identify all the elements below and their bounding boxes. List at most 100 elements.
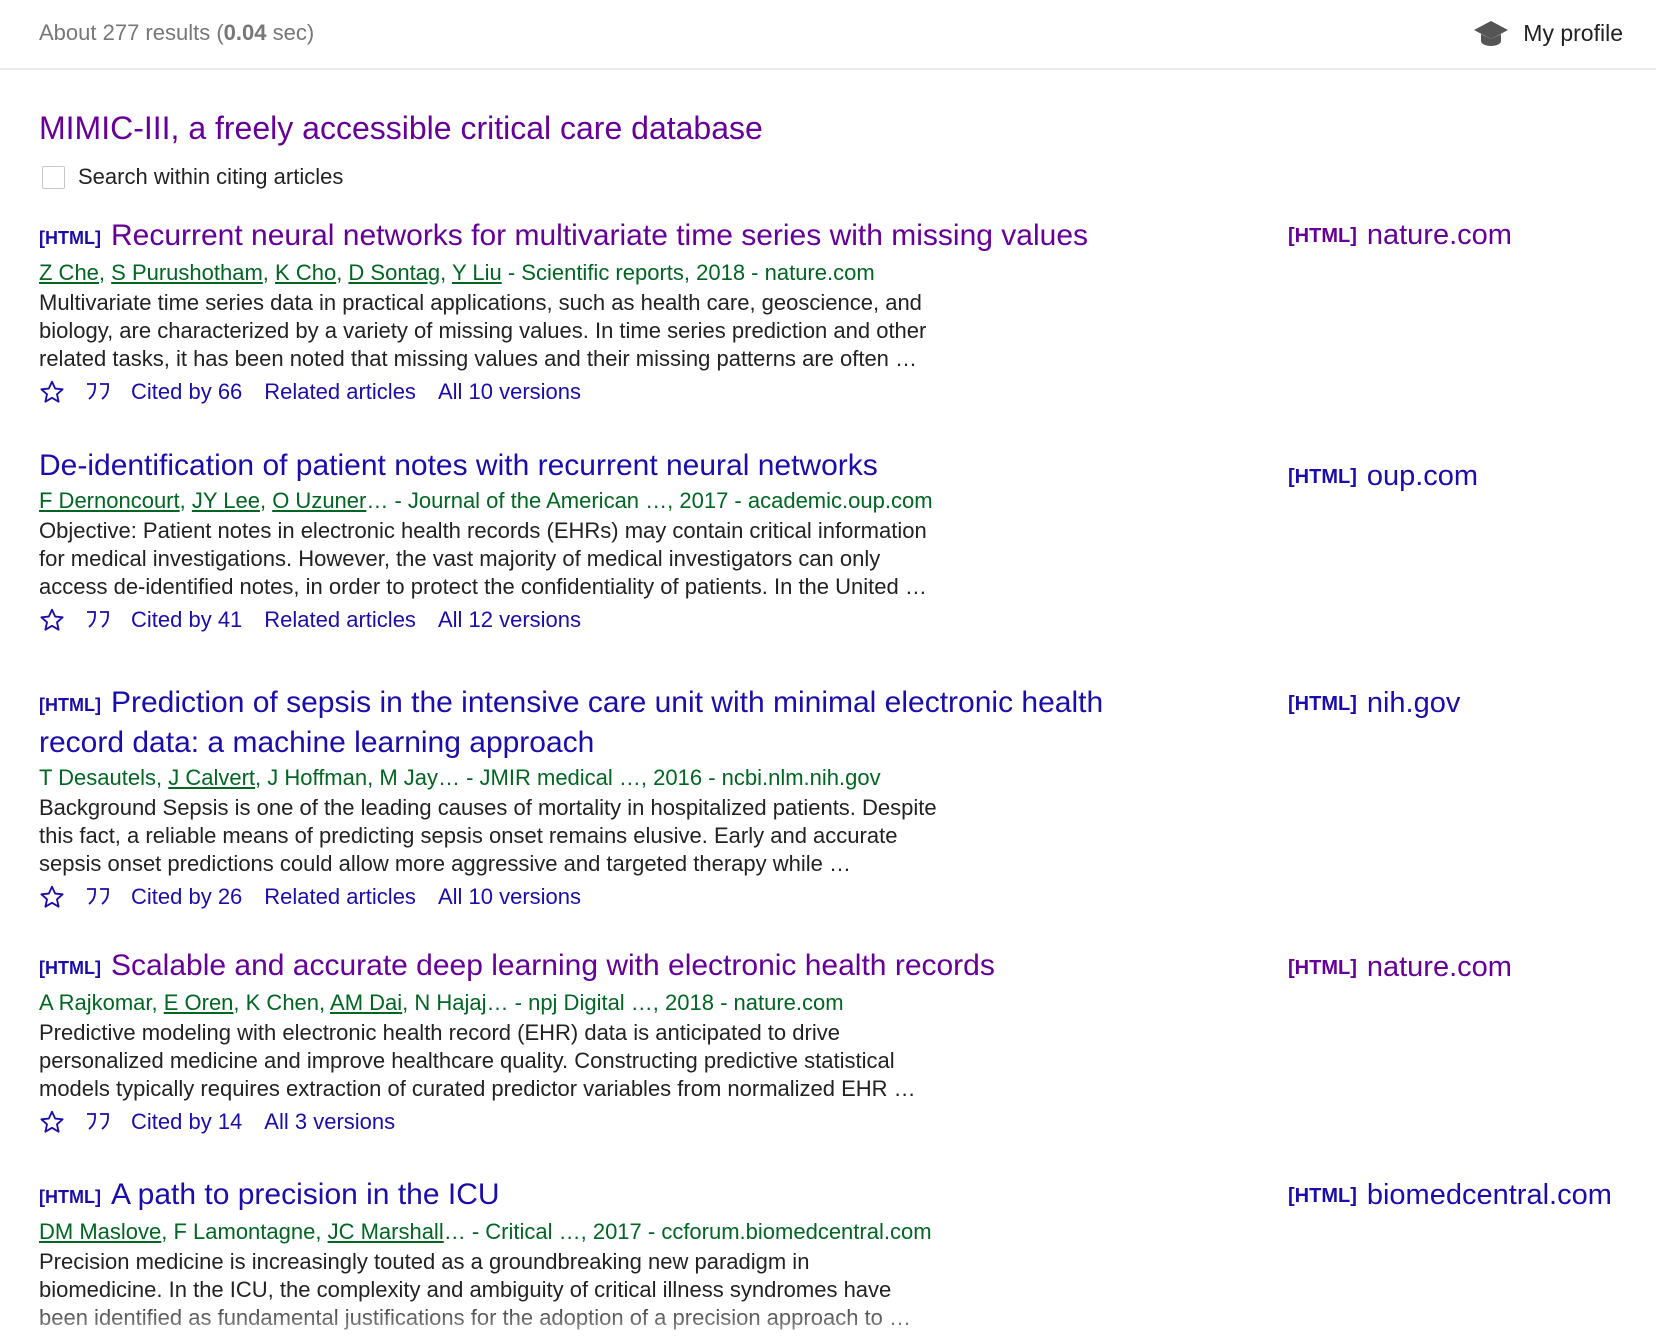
result-title: De-identification of patient notes with … — [39, 447, 1239, 485]
snippet-line: biomedicine. In the ICU, the complexity … — [39, 1277, 892, 1302]
result-snippet: Objective: Patient notes in electronic h… — [39, 517, 999, 601]
fulltext-link[interactable]: [HTML] nih.gov — [1288, 687, 1460, 720]
result-snippet: Precision medicine is increasingly toute… — [39, 1248, 999, 1332]
author-link[interactable]: AM Dai — [330, 990, 402, 1015]
fulltext-link[interactable]: [HTML] biomedcentral.com — [1288, 1179, 1612, 1212]
author-link[interactable]: Y Liu — [452, 260, 502, 285]
result-item: [HTML] Scalable and accurate deep learnin… — [39, 947, 1239, 1135]
all-versions-link[interactable]: All 12 versions — [438, 607, 581, 633]
result-title: [HTML] Recurrent neural networks for mult… — [39, 217, 1239, 257]
author-text: , J Hoffman, M Jay — [255, 765, 438, 790]
snippet-line: Predictive modeling with electronic heal… — [39, 1020, 840, 1045]
snippet-line: Background Sepsis is one of the leading … — [39, 795, 937, 820]
cited-by-link[interactable]: Cited by 41 — [131, 607, 242, 633]
fulltext-tag: [HTML] — [1288, 957, 1357, 979]
result-title-link[interactable]: Prediction of sepsis in the intensive ca… — [111, 686, 1103, 719]
author-text: T Desautels, — [39, 765, 169, 790]
author-link[interactable]: JC Marshall — [328, 1219, 444, 1244]
result-snippet: Predictive modeling with electronic heal… — [39, 1019, 999, 1103]
snippet-line: for medical investigations. However, the… — [39, 546, 881, 571]
result-title-link[interactable]: Recurrent neural networks for multivaria… — [111, 219, 1088, 252]
result-actions: Cited by 26 Related articles All 10 vers… — [39, 884, 1239, 910]
result-title-link[interactable]: A path to precision in the ICU — [111, 1178, 500, 1211]
result-meta: F Dernoncourt, JY Lee, O Uzuner… - Journ… — [39, 488, 933, 513]
result-item: De-identification of patient notes with … — [39, 447, 1239, 633]
result-meta: DM Maslove, F Lamontagne, JC Marshall… -… — [39, 1218, 1239, 1246]
result-title: [HTML] A path to precision in the ICU — [39, 1176, 1239, 1216]
save-star-icon[interactable] — [39, 1109, 65, 1135]
result-snippet: Background Sepsis is one of the leading … — [39, 794, 999, 878]
result-title-link[interactable]: record data: a machine learning approach — [39, 726, 594, 759]
all-versions-link[interactable]: All 10 versions — [438, 379, 581, 405]
result-meta: Z Che, S Purushotham, K Cho, D Sontag, Y… — [39, 260, 875, 285]
result-title: [HTML] Scalable and accurate deep learnin… — [39, 947, 1239, 987]
graduation-cap-icon — [1473, 17, 1509, 49]
snippet-line: been identified as fundamental justifica… — [39, 1305, 911, 1330]
search-within-label: Search within citing articles — [78, 164, 344, 189]
result-stats: About 277 results (0.04 sec) — [39, 20, 314, 46]
checkbox-box[interactable] — [42, 165, 65, 189]
author-link[interactable]: K Cho — [275, 260, 336, 285]
search-within-citing-checkbox[interactable]: Search within citing articles — [42, 164, 343, 190]
author-link[interactable]: J Calvert — [168, 765, 255, 790]
cited-by-link[interactable]: Cited by 14 — [131, 1109, 242, 1135]
all-versions-link[interactable]: All 3 versions — [264, 1109, 395, 1135]
author-link[interactable]: JY Lee — [192, 488, 260, 513]
result-actions: Cited by 41 Related articles All 12 vers… — [39, 607, 1239, 633]
my-profile-button[interactable]: My profile — [1473, 17, 1623, 49]
snippet-line: access de-identified notes, in order to … — [39, 574, 927, 599]
related-articles-link[interactable]: Related articles — [264, 379, 416, 405]
result-source: … - npj Digital …, 2018 - nature.com — [486, 990, 844, 1015]
related-articles-link[interactable]: Related articles — [264, 884, 416, 910]
fulltext-tag: [HTML] — [1288, 1185, 1357, 1207]
fulltext-domain: biomedcentral.com — [1366, 1179, 1612, 1211]
result-meta: A Rajkomar, E Oren, K Chen, AM Dai, N Ha… — [39, 989, 1239, 1017]
fulltext-tag: [HTML] — [1288, 693, 1357, 715]
fulltext-link[interactable]: [HTML] nature.com — [1288, 219, 1512, 252]
snippet-line: Objective: Patient notes in electronic h… — [39, 518, 927, 543]
stats-prefix: About 277 results ( — [39, 20, 224, 45]
author-link[interactable]: D Sontag — [348, 260, 440, 285]
cite-quote-icon[interactable] — [85, 379, 111, 405]
result-title-link[interactable]: De-identification of patient notes with … — [39, 449, 878, 482]
author-link[interactable]: Z Che — [39, 260, 99, 285]
save-star-icon[interactable] — [39, 379, 65, 405]
related-articles-link[interactable]: Related articles — [264, 607, 416, 633]
snippet-line: related tasks, it has been noted that mi… — [39, 346, 918, 371]
cite-quote-icon[interactable] — [85, 607, 111, 633]
author-link[interactable]: F Dernoncourt — [39, 488, 180, 513]
result-source: … - Critical …, 2017 - ccforum.biomedcen… — [443, 1219, 932, 1244]
all-versions-link[interactable]: All 10 versions — [438, 884, 581, 910]
snippet-line: personalized medicine and improve health… — [39, 1048, 895, 1073]
fulltext-tag: [HTML] — [1288, 225, 1357, 247]
fulltext-link[interactable]: [HTML] oup.com — [1288, 460, 1478, 493]
result-actions: Cited by 14 All 3 versions — [39, 1109, 1239, 1135]
cite-quote-icon[interactable] — [85, 884, 111, 910]
snippet-line: sepsis onset predictions could allow mor… — [39, 851, 851, 876]
author-link[interactable]: DM Maslove — [39, 1219, 161, 1244]
author-text: , N Hajaj — [402, 990, 487, 1015]
format-tag: [HTML] — [39, 958, 101, 978]
result-item: [HTML] Prediction of sepsis in the intens… — [39, 684, 1239, 910]
cited-article-title[interactable]: MIMIC-III, a freely accessible critical … — [39, 110, 763, 147]
author-link[interactable]: O Uzuner — [272, 488, 366, 513]
cited-by-link[interactable]: Cited by 26 — [131, 884, 242, 910]
top-bar: About 277 results (0.04 sec) My profile — [0, 0, 1656, 70]
result-source: - Scientific reports, 2018 - nature.com — [501, 260, 875, 285]
result-source: … - JMIR medical …, 2016 - ncbi.nlm.nih.… — [438, 765, 881, 790]
author-link[interactable]: S Purushotham — [111, 260, 263, 285]
snippet-line: biology, are characterized by a variety … — [39, 318, 927, 343]
fulltext-domain: nature.com — [1366, 219, 1512, 251]
save-star-icon[interactable] — [39, 607, 65, 633]
format-tag: [HTML] — [39, 228, 101, 248]
fulltext-domain: nature.com — [1366, 951, 1512, 983]
snippet-line: this fact, a reliable means of predictin… — [39, 823, 898, 848]
save-star-icon[interactable] — [39, 884, 65, 910]
result-title-link[interactable]: Scalable and accurate deep learning with… — [111, 949, 995, 982]
fulltext-link[interactable]: [HTML] nature.com — [1288, 951, 1512, 984]
cite-quote-icon[interactable] — [85, 1109, 111, 1135]
cited-by-link[interactable]: Cited by 66 — [131, 379, 242, 405]
author-link[interactable]: E Oren — [164, 990, 234, 1015]
format-tag: [HTML] — [39, 695, 101, 715]
snippet-line: Multivariate time series data in practic… — [39, 290, 922, 315]
